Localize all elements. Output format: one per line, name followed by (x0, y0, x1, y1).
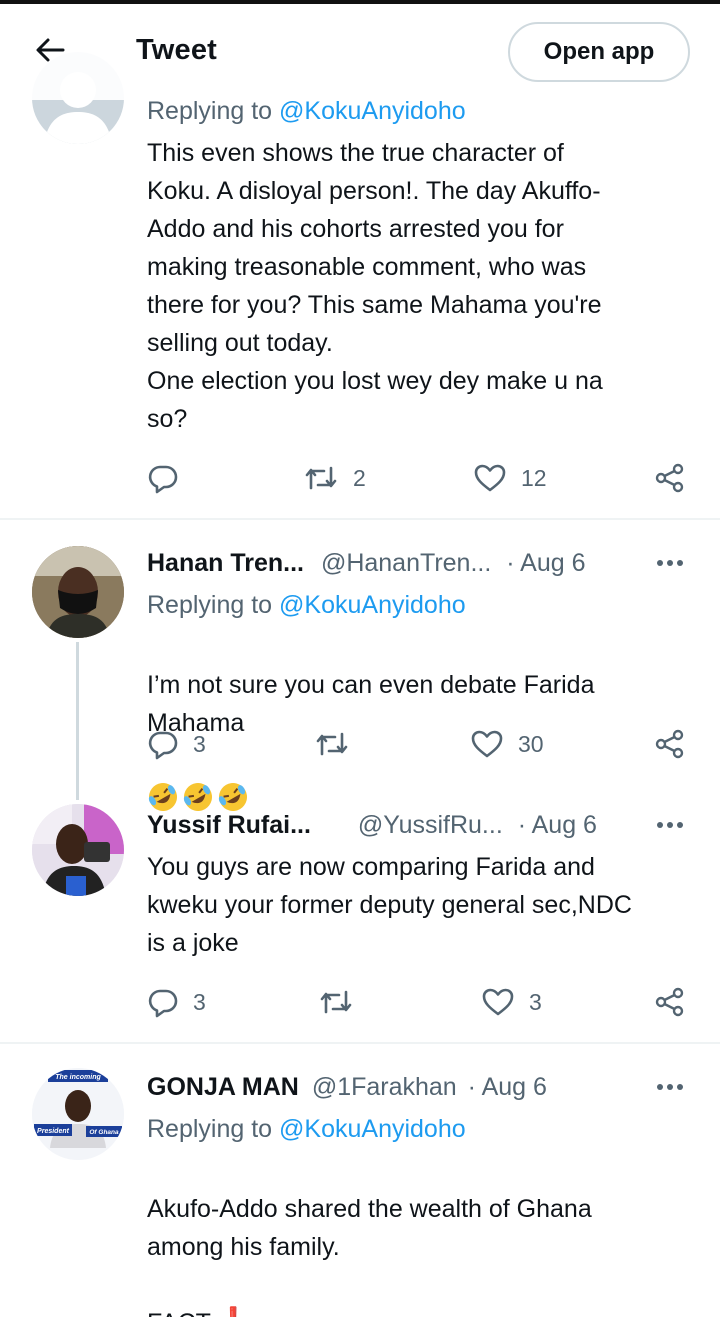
more-dots-icon[interactable] (650, 1073, 690, 1101)
avatar-banner-left: President (37, 1128, 70, 1135)
replying-to-line: Replying to @KokuAnyidoho (147, 1110, 466, 1148)
replying-handle-link[interactable]: @KokuAnyidoho (279, 1115, 466, 1143)
replying-prefix: Replying to (147, 97, 273, 125)
like-button[interactable]: 12 (473, 462, 547, 494)
more-dots-icon[interactable] (650, 811, 690, 839)
avatar-yussif[interactable] (32, 804, 124, 896)
like-button[interactable]: 30 (470, 728, 544, 760)
replying-prefix: Replying to (147, 1115, 273, 1143)
like-count: 30 (518, 730, 544, 757)
heart-icon (473, 462, 507, 494)
tweet-divider (0, 518, 720, 520)
reply-icon (147, 462, 179, 494)
retweet-button[interactable] (318, 986, 368, 1018)
like-count: 3 (529, 988, 542, 1015)
retweet-icon (303, 462, 339, 494)
tweet-text: This even shows the true character of Ko… (147, 139, 603, 433)
like-count: 12 (521, 464, 547, 491)
tweet-text-content: Akufo-Addo shared the wealth of Ghana am… (147, 1195, 592, 1317)
thread-connector-line (76, 642, 79, 800)
tweet-header: Hanan Tren... @HananTren... · Aug 6 (147, 544, 586, 582)
reply-button[interactable]: 3 (147, 986, 206, 1018)
retweet-button[interactable]: 2 (303, 462, 366, 494)
share-button[interactable] (654, 728, 686, 760)
tweet-text: Akufo-Addo shared the wealth of Ghana am… (147, 1152, 592, 1317)
avatar-banner-top: The incoming (55, 1074, 101, 1081)
avatar-banner-right: Of Ghana (89, 1129, 119, 1136)
tweet-date[interactable]: · Aug 6 (468, 1073, 547, 1101)
open-app-button[interactable]: Open app (508, 22, 690, 82)
tweet-date[interactable]: · Aug 6 (518, 811, 597, 839)
retweet-icon (318, 986, 354, 1018)
avatar-hanan[interactable] (32, 546, 124, 638)
replying-to-line: Replying to @KokuAnyidoho (147, 586, 466, 624)
user-handle[interactable]: @HananTren... (321, 549, 491, 577)
display-name[interactable]: GONJA MAN (147, 1073, 299, 1101)
retweet-button[interactable] (314, 728, 364, 760)
tweet-text: You guys are now comparing Farida and kw… (147, 853, 632, 957)
replying-handle-link[interactable]: @KokuAnyidoho (279, 97, 466, 125)
reply-icon (147, 986, 179, 1018)
heart-icon (470, 728, 504, 760)
tweet-header: Yussif Rufai... @YussifRu... · Aug 6 (147, 806, 597, 844)
back-button[interactable] (26, 32, 74, 72)
replying-prefix: Replying to (147, 591, 273, 619)
retweet-icon (314, 728, 350, 760)
share-button[interactable] (654, 986, 686, 1018)
tweet-divider (0, 1042, 720, 1044)
page-title: Tweet (136, 34, 218, 66)
like-button[interactable]: 3 (481, 986, 542, 1018)
top-navigation-bar: Tweet Open app (0, 4, 720, 100)
share-icon (654, 462, 686, 494)
tweet-header: GONJA MAN @1Farakhan · Aug 6 (147, 1068, 547, 1106)
reply-icon (147, 728, 179, 760)
arrow-left-icon (35, 37, 65, 68)
avatar-gonja-man[interactable]: The incoming President Of Ghana (32, 1068, 124, 1160)
retweet-count: 2 (353, 464, 366, 491)
share-icon (654, 986, 686, 1018)
share-button[interactable] (654, 462, 686, 494)
reply-button[interactable]: 3 (147, 728, 206, 760)
reply-count: 3 (193, 730, 206, 757)
display-name[interactable]: Yussif Rufai... (147, 811, 311, 839)
heart-icon (481, 986, 515, 1018)
red-exclamation-emoji-icon: ❗ (215, 1305, 252, 1317)
replying-handle-link[interactable]: @KokuAnyidoho (279, 591, 466, 619)
user-handle[interactable]: @YussifRu... (358, 811, 503, 839)
more-dots-icon[interactable] (650, 549, 690, 577)
share-icon (654, 728, 686, 760)
tweet-date[interactable]: · Aug 6 (506, 549, 585, 577)
reply-count: 3 (193, 988, 206, 1015)
user-handle[interactable]: @1Farakhan (312, 1073, 457, 1101)
display-name[interactable]: Hanan Tren... (147, 549, 304, 577)
reply-button[interactable] (147, 462, 193, 494)
